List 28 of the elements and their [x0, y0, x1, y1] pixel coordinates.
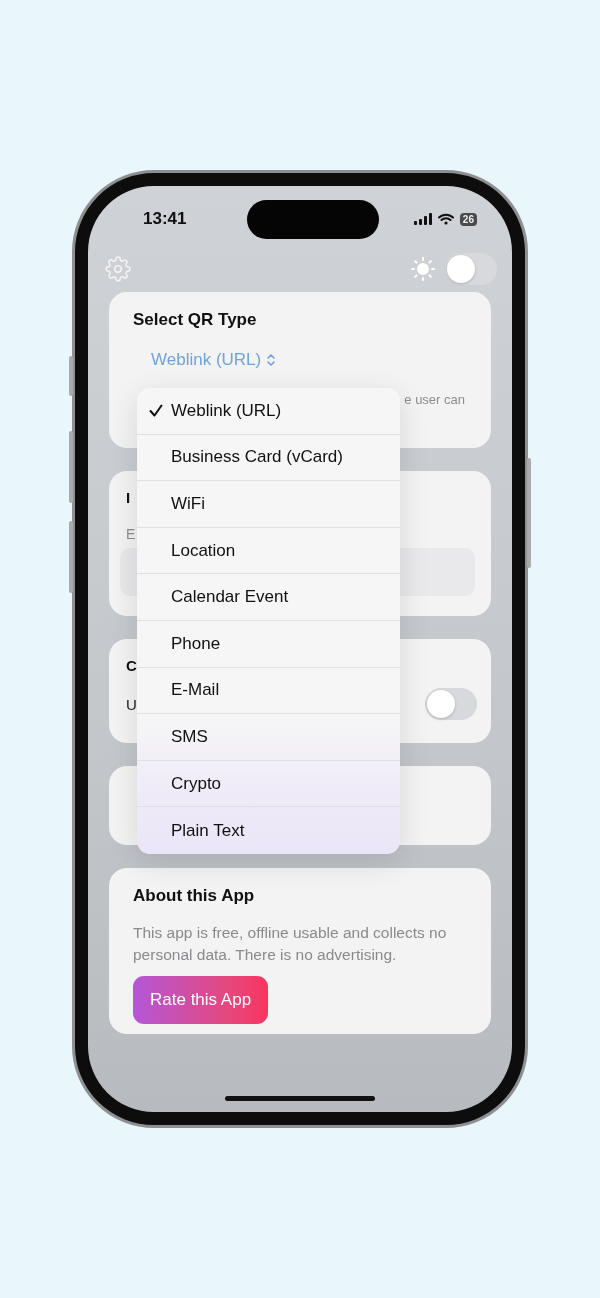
menu-item[interactable]: Business Card (vCard) — [137, 434, 400, 482]
menu-item[interactable]: Crypto — [137, 760, 400, 808]
card-title: About this App — [133, 886, 255, 906]
wifi-icon — [437, 213, 454, 225]
card-title: Select QR Type — [133, 310, 257, 330]
rate-button[interactable]: Rate this App — [133, 976, 269, 1024]
about-text: This app is free, offline usable and collects no personal data. There is no advertising. — [133, 923, 448, 965]
menu-item[interactable]: SMS — [137, 714, 400, 761]
option-label: U — [126, 695, 137, 713]
menu-item[interactable]: WiFi — [137, 481, 400, 528]
menu-item[interactable]: E-Mail — [137, 667, 400, 715]
option-toggle[interactable] — [425, 688, 477, 720]
hint-text: e user can — [404, 392, 465, 407]
card-title: C — [126, 657, 137, 674]
chevron-icon — [266, 353, 277, 367]
menu-item[interactable]: Location — [137, 527, 400, 575]
menu-item[interactable]: Calendar Event — [137, 574, 400, 621]
sun-icon — [411, 257, 435, 281]
card-title: I — [126, 489, 131, 506]
appearance-toggle[interactable] — [445, 253, 497, 285]
menu-item[interactable]: Weblink (URL) — [137, 388, 400, 435]
signal-icon — [413, 213, 432, 225]
settings-icon[interactable] — [105, 256, 131, 282]
menu-item[interactable]: Phone — [137, 620, 400, 668]
field-label: E — [126, 526, 136, 542]
menu-item[interactable]: Plain Text — [137, 807, 400, 854]
battery-level: 26 — [459, 212, 477, 226]
status-time: 13:41 — [143, 209, 187, 229]
